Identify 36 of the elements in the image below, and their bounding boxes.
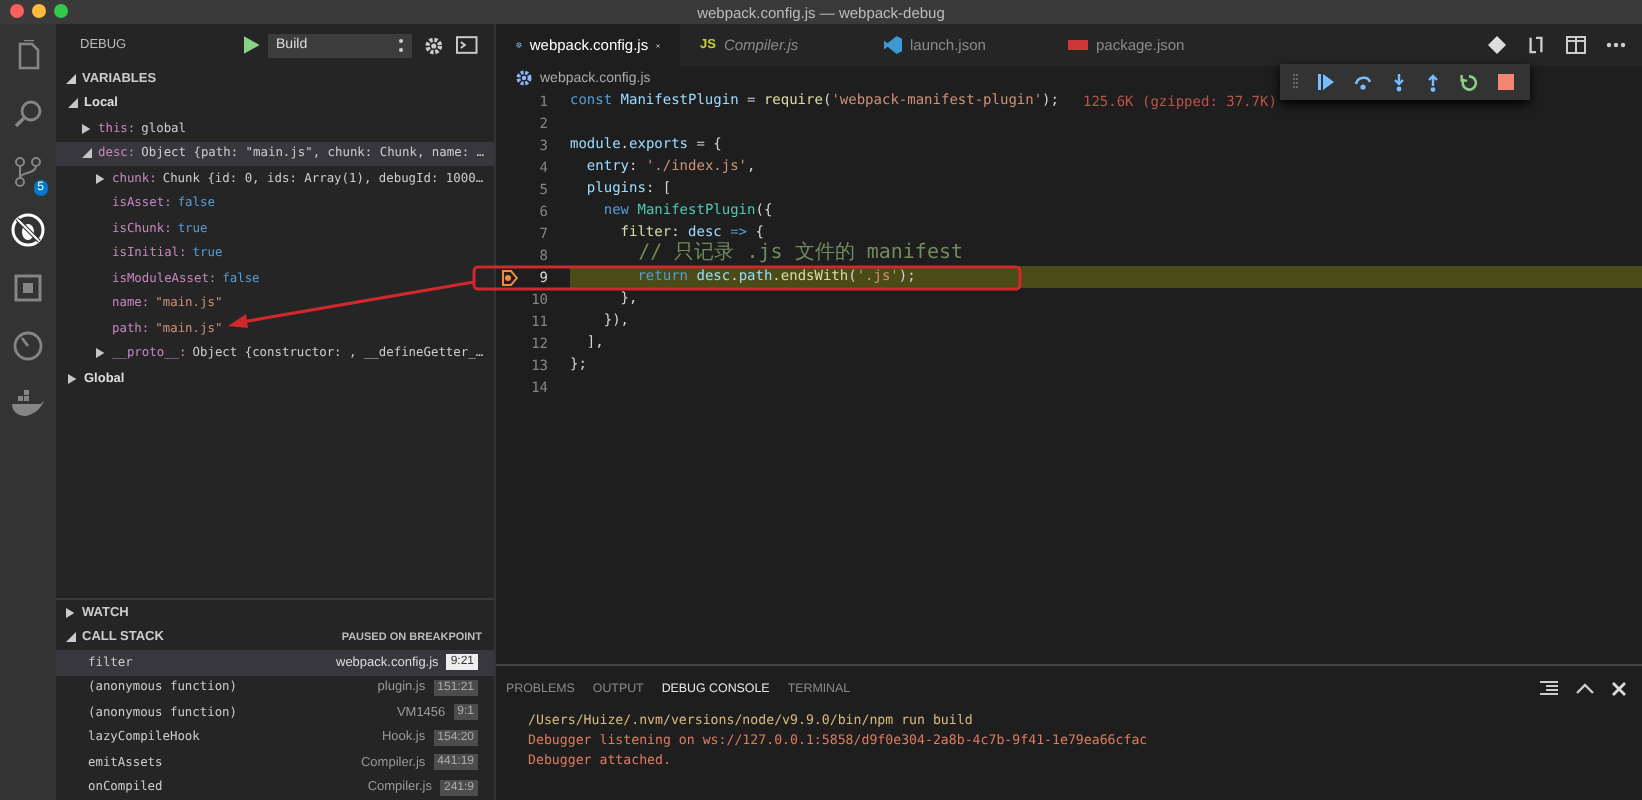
restart-icon[interactable]	[1460, 73, 1478, 91]
settings-icon[interactable]	[424, 35, 445, 55]
extensions-icon[interactable]	[12, 271, 44, 303]
debug-icon[interactable]	[10, 211, 46, 247]
caret-icon[interactable]	[96, 348, 106, 359]
caret-icon[interactable]	[82, 123, 92, 134]
code-line: // 只记录 .js 文件的 manifest	[636, 244, 964, 266]
file-type-icon	[1068, 40, 1088, 50]
breakpoint-icon[interactable]	[502, 269, 518, 285]
step-over-icon[interactable]	[1354, 74, 1372, 90]
dropdown-dots-icon	[398, 37, 405, 53]
gauge-icon[interactable]	[12, 329, 44, 361]
caret-icon[interactable]	[96, 173, 106, 184]
caret-icon[interactable]	[68, 98, 78, 109]
caret-icon[interactable]	[66, 73, 76, 84]
caret-icon[interactable]	[68, 373, 78, 384]
more-icon[interactable]	[1606, 42, 1626, 48]
window-controls-icon[interactable]	[10, 4, 68, 18]
continue-icon[interactable]	[1318, 74, 1334, 90]
split-editor-icon[interactable]	[1566, 36, 1586, 54]
search-icon[interactable]	[12, 97, 44, 129]
caret-icon[interactable]	[66, 607, 76, 618]
file-type-icon	[884, 36, 902, 54]
caret-icon[interactable]	[82, 148, 92, 159]
diamond-icon[interactable]	[1488, 36, 1506, 54]
clear-console-icon[interactable]	[1540, 679, 1558, 697]
whale-icon[interactable]	[10, 389, 46, 417]
play-icon[interactable]	[244, 36, 261, 54]
source-control-icon[interactable]	[12, 155, 44, 187]
chevron-up-icon[interactable]	[1576, 682, 1594, 694]
console-icon[interactable]	[456, 36, 478, 54]
caret-icon[interactable]	[66, 632, 76, 643]
drag-handle-icon[interactable]	[1292, 74, 1298, 90]
step-into-icon[interactable]	[1392, 73, 1406, 91]
close-icon[interactable]	[1612, 681, 1626, 695]
step-out-icon[interactable]	[1426, 73, 1440, 91]
